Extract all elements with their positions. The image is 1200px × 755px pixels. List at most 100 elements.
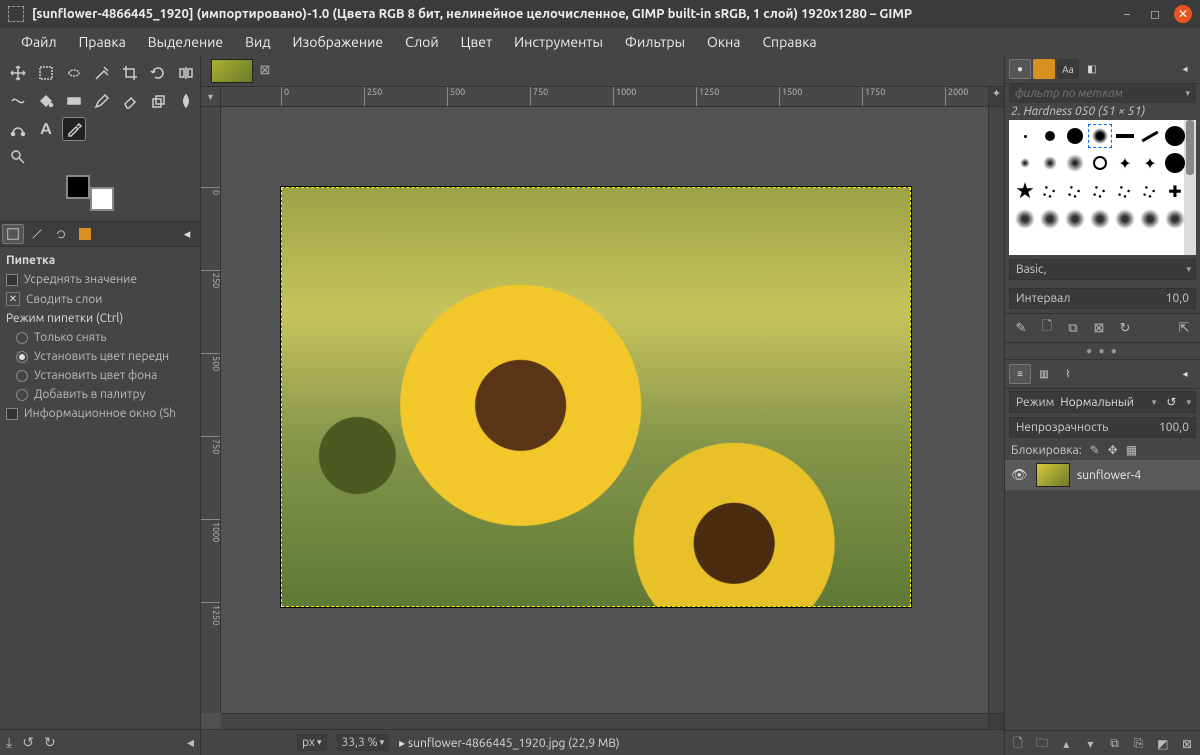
brush-preset[interactable]: ✚ [1164,180,1186,202]
brush-spacing-slider[interactable]: Интервал 10,0 [1009,288,1196,309]
brush-preset-selector[interactable]: Basic, ▾ [1009,259,1196,280]
layers-tab[interactable]: ≡ [1009,364,1031,384]
free-select-tool[interactable] [62,61,86,85]
new-brush-icon[interactable]: 🗋 [1037,318,1057,338]
lock-pixels-icon[interactable]: ✎ [1090,443,1100,457]
brush-preset[interactable]: ★ [1014,180,1036,202]
pick-mode-add-palette[interactable]: Добавить в палитру [16,385,194,404]
lock-position-icon[interactable]: ✥ [1108,443,1118,457]
mask-layer-icon[interactable]: ◩ [1154,735,1172,753]
brush-preset[interactable] [1139,208,1161,230]
foreground-color[interactable] [66,175,90,199]
merge-down-icon[interactable]: ⎘ [1130,735,1148,753]
brush-preset[interactable] [1139,125,1161,147]
vertical-ruler[interactable]: 025050075010001250 [201,107,221,713]
refresh-brush-icon[interactable]: ↻ [1115,318,1135,338]
menu-tools[interactable]: Инструменты [505,31,612,53]
menu-image[interactable]: Изображение [284,31,393,53]
color-picker-tool[interactable] [62,117,86,141]
dock-separator[interactable]: ● ● ● [1005,342,1200,359]
rect-select-tool[interactable] [34,61,58,85]
restore-preset-icon[interactable]: ↺ [22,734,34,751]
brush-preset[interactable] [1114,180,1136,202]
menu-layer[interactable]: Слой [396,31,448,53]
horizontal-scrollbar[interactable] [221,713,988,729]
pick-mode-pick-only[interactable]: Только снять [16,328,194,347]
zoom-toggle[interactable]: ✦ [988,87,1004,107]
save-preset-icon[interactable]: ⤓ [6,734,12,751]
brushes-tab[interactable]: ● [1009,59,1031,79]
fuzzy-select-tool[interactable] [90,61,114,85]
duplicate-brush-icon[interactable]: ⧉ [1063,318,1083,338]
layer-item[interactable]: 👁 sunflower-4 [1005,460,1200,490]
vertical-scrollbar[interactable] [988,107,1004,713]
images-tab[interactable] [74,224,96,244]
brush-filter-input[interactable] [1009,84,1179,103]
brush-preset[interactable] [1114,125,1136,147]
brush-preset[interactable] [1064,125,1086,147]
info-window-option[interactable]: Информационное окно (Sh [6,404,194,423]
document-tab-close[interactable]: ⊠ [257,63,273,78]
move-tool[interactable] [6,61,30,85]
smudge-tool[interactable] [174,89,198,113]
pick-mode-set-fg[interactable]: Установить цвет передн [16,347,194,366]
fonts-tab[interactable]: Aa [1057,59,1079,79]
gradient-tool[interactable] [62,89,86,113]
paths-tab[interactable]: ⌇ [1057,364,1079,384]
rotate-tool[interactable] [146,61,170,85]
background-color[interactable] [90,187,114,211]
window-minimize-button[interactable]: – [1118,5,1136,23]
edit-brush-icon[interactable]: ✎ [1011,318,1031,338]
zoom-selector[interactable]: 33,3 %▾ [337,734,390,751]
menu-edit[interactable]: Правка [70,31,135,53]
layer-list[interactable]: 👁 sunflower-4 [1005,460,1200,730]
menu-select[interactable]: Выделение [139,31,232,53]
bucket-fill-tool[interactable] [34,89,58,113]
brush-preset[interactable] [1089,125,1111,147]
menu-colors[interactable]: Цвет [452,31,502,53]
brush-preset[interactable] [1039,152,1061,174]
document-history-tab[interactable]: ◧ [1081,59,1103,79]
image-canvas[interactable] [281,187,911,607]
zoom-tool[interactable] [6,145,30,169]
reset-preset-icon[interactable]: ◂ [187,734,194,751]
brush-preset[interactable] [1164,125,1186,147]
window-maximize-button[interactable]: ◻ [1146,5,1164,23]
ruler-origin[interactable]: ▾ [201,87,221,107]
layer-name-label[interactable]: sunflower-4 [1077,469,1141,482]
brush-preset[interactable] [1089,208,1111,230]
switch-mode-group-icon[interactable]: ↺ [1160,392,1182,412]
brush-preset[interactable] [1089,180,1111,202]
lower-layer-icon[interactable]: ▾ [1081,735,1099,753]
new-layer-icon[interactable]: 🗋 [1009,735,1027,753]
layer-mode-selector[interactable]: Режим Нормальный ▾ ↺ ▾ [1009,391,1196,413]
color-swatch[interactable] [66,175,114,211]
pencil-tool[interactable] [90,89,114,113]
menu-file[interactable]: Файл [12,31,66,53]
menu-windows[interactable]: Окна [698,31,749,53]
brush-preset[interactable] [1014,125,1036,147]
menu-help[interactable]: Справка [753,31,825,53]
flip-tool[interactable] [174,61,198,85]
sample-average-option[interactable]: Усреднять значение [6,270,194,289]
brush-preset[interactable] [1039,208,1061,230]
brush-preset[interactable] [1114,208,1136,230]
delete-layer-icon[interactable]: ⊠ [1178,735,1196,753]
layer-thumbnail[interactable] [1037,464,1069,486]
brush-grid[interactable]: ✦✦★✚ [1009,120,1196,255]
duplicate-layer-icon[interactable]: ⧉ [1106,735,1124,753]
delete-brush-icon[interactable]: ⊠ [1089,318,1109,338]
canvas-viewport[interactable] [221,107,988,713]
new-group-icon[interactable]: 🗀 [1033,735,1051,753]
device-status-tab[interactable] [26,224,48,244]
text-tool[interactable]: A [34,117,58,141]
canvas-area[interactable]: ▾ 025050075010001250150017502000 0250500… [201,87,1004,729]
brush-preset[interactable]: ✦ [1114,152,1136,174]
menu-view[interactable]: Вид [236,31,279,53]
brush-preset[interactable] [1039,180,1061,202]
warp-tool[interactable] [6,89,30,113]
patterns-tab[interactable] [1033,59,1055,79]
document-tab[interactable]: ⊠ [205,57,279,85]
brush-preset[interactable] [1089,152,1111,174]
channels-tab[interactable]: ▥ [1033,364,1055,384]
